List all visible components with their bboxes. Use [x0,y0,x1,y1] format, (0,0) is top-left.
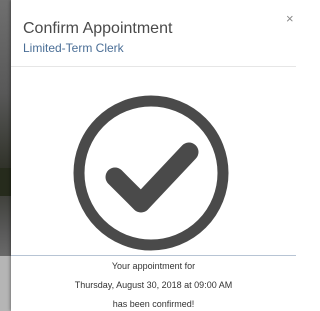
screen: Confirm Appointment Limited-Term Clerk ×… [0,0,296,311]
confirmation-line-3: has been confirmed! [112,299,195,309]
modal-header: Confirm Appointment Limited-Term Clerk × [11,0,296,67]
close-button[interactable]: × [286,12,296,26]
confirm-appointment-modal: Confirm Appointment Limited-Term Clerk ×… [11,0,296,311]
backdrop-dark-region [0,168,11,196]
page-backdrop [0,0,11,311]
check-circle-icon [72,94,230,252]
confirmation-line-1: Your appointment for [111,261,196,271]
check-circle-graphic [73,95,229,251]
appointment-datetime: Thursday, August 30, 2018 at 09:00 AM [74,280,233,290]
modal-title: Confirm Appointment [23,20,173,37]
modal-subtitle: Limited-Term Clerk [23,41,124,55]
confirmation-message: Your appointment for Thursday, August 30… [11,255,296,311]
check-mark [105,142,199,213]
check-circle-ring [73,95,229,251]
backdrop-pale-region [0,256,11,311]
